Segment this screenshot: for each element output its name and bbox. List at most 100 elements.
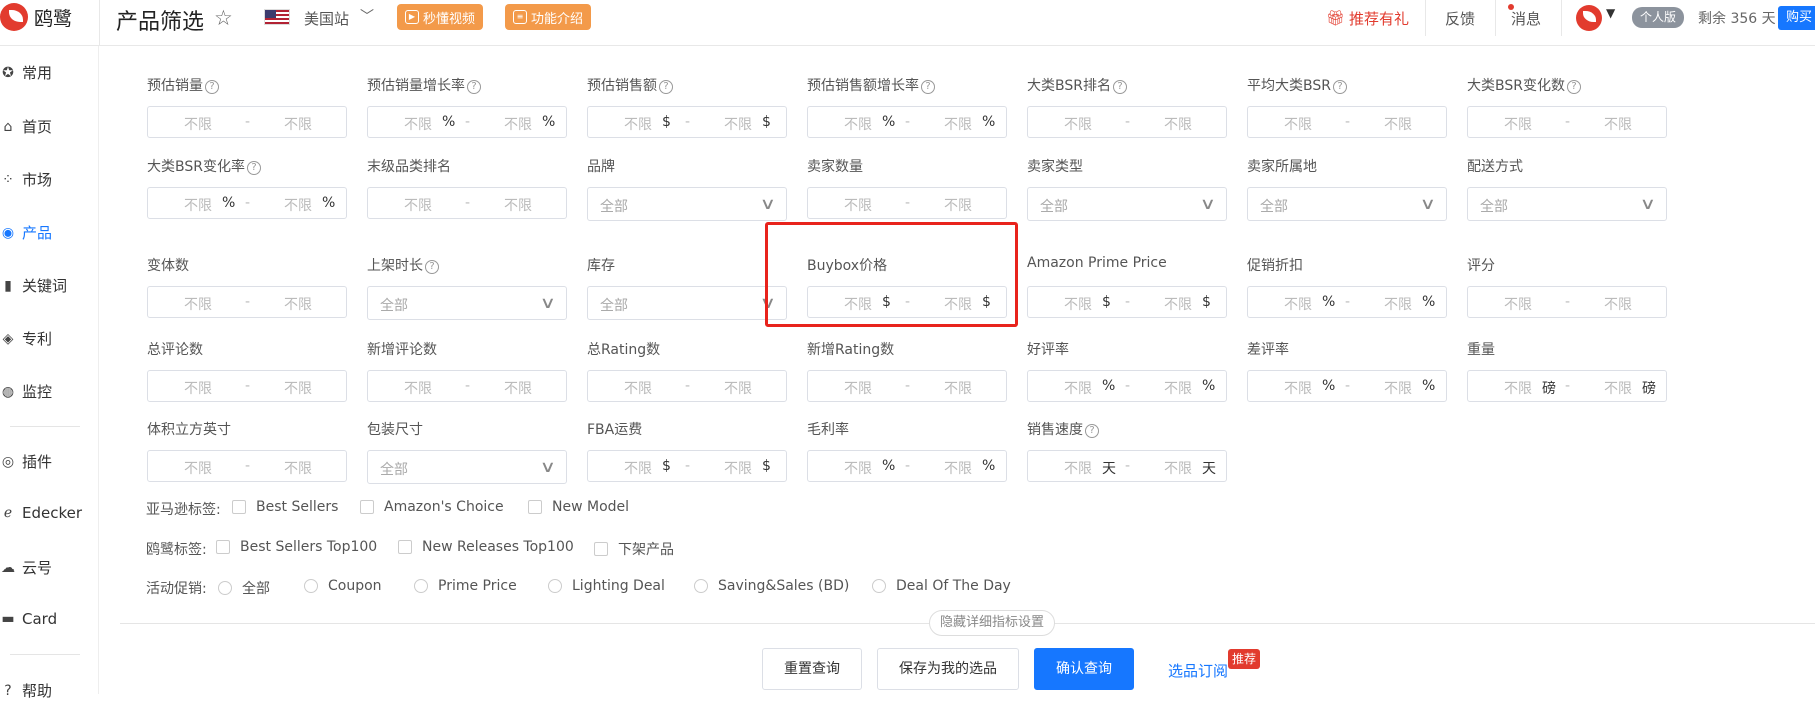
promotion-radio[interactable]: Saving&Sales (BD): [694, 578, 849, 594]
range-min-input[interactable]: 不限: [844, 195, 872, 215]
help-icon[interactable]: ?: [921, 80, 935, 94]
radio-icon[interactable]: [694, 579, 708, 593]
range-min-input[interactable]: 不限: [184, 195, 212, 215]
range-max-input[interactable]: 不限: [724, 114, 752, 134]
tag-checkbox[interactable]: Best Sellers Top100: [216, 539, 377, 555]
help-icon[interactable]: ?: [467, 80, 481, 94]
help-icon[interactable]: ?: [246, 161, 261, 175]
range-min-input[interactable]: 不限: [184, 294, 212, 314]
range-max-input[interactable]: 不限: [944, 458, 972, 478]
range-min-input[interactable]: 不限: [184, 378, 212, 398]
sidebar-item-market[interactable]: ⁘ 市场: [0, 169, 52, 190]
promotion-radio[interactable]: Prime Price: [414, 578, 517, 594]
sidebar-item-keywords[interactable]: ▮ 关键词: [0, 275, 67, 296]
caret-down-icon[interactable]: ▼: [1606, 6, 1615, 20]
range-min-input[interactable]: 不限: [404, 114, 432, 134]
range-min-input[interactable]: 不限: [624, 458, 652, 478]
us-flag-icon[interactable]: [264, 9, 290, 25]
chevron-down-icon[interactable]: ﹀: [360, 6, 374, 26]
range-max-input[interactable]: 不限: [504, 114, 532, 134]
radio-icon[interactable]: [218, 581, 232, 595]
range-min-input[interactable]: 不限: [844, 378, 872, 398]
sidebar-item-common[interactable]: ✪ 常用: [0, 62, 52, 83]
reset-button[interactable]: 重置查询: [762, 648, 862, 690]
radio-icon[interactable]: [548, 579, 562, 593]
sidebar-item-patent[interactable]: ◈ 专利: [0, 328, 52, 349]
recommend-link[interactable]: 🎁︎ 推荐有礼: [1326, 0, 1409, 36]
range-min-input[interactable]: 不限: [1064, 294, 1092, 314]
intro-button[interactable]: ≡ 功能介绍: [505, 4, 592, 30]
tag-checkbox[interactable]: New Releases Top100: [398, 539, 574, 555]
range-max-input[interactable]: 不限: [1384, 294, 1412, 314]
promotion-radio[interactable]: Lighting Deal: [548, 578, 665, 594]
sidebar-item-monitor[interactable]: ◍ 监控: [0, 381, 52, 402]
range-max-input[interactable]: 不限: [944, 195, 972, 215]
range-min-input[interactable]: 不限: [184, 458, 212, 478]
save-selection-button[interactable]: 保存为我的选品: [877, 648, 1019, 690]
range-max-input[interactable]: 不限: [1384, 114, 1412, 134]
range-max-input[interactable]: 不限: [1164, 458, 1192, 478]
promotion-radio[interactable]: Deal Of The Day: [872, 578, 1011, 594]
range-min-input[interactable]: 不限: [1284, 378, 1312, 398]
range-min-input[interactable]: 不限: [1064, 458, 1092, 478]
hide-settings-button[interactable]: 隐藏详细指标设置: [929, 610, 1056, 636]
range-min-input[interactable]: 不限: [184, 114, 212, 134]
range-max-input[interactable]: 不限: [944, 378, 972, 398]
range-min-input[interactable]: 不限: [844, 114, 872, 134]
help-icon[interactable]: ?: [425, 260, 439, 274]
tag-checkbox[interactable]: 下架产品: [594, 539, 674, 559]
help-icon[interactable]: ?: [659, 80, 673, 94]
range-max-input[interactable]: 不限: [1164, 294, 1192, 314]
range-max-input[interactable]: 不限: [1604, 378, 1632, 398]
range-max-input[interactable]: 不限: [284, 195, 312, 215]
sidebar-item-home[interactable]: ⌂ 首页: [0, 116, 52, 137]
avatar[interactable]: [1576, 5, 1602, 31]
range-max-input[interactable]: 不限: [1604, 294, 1632, 314]
select-dropdown[interactable]: 全部 ∨: [1467, 187, 1667, 221]
radio-icon[interactable]: [304, 579, 318, 593]
favorite-star-icon[interactable]: ☆: [214, 6, 233, 30]
range-max-input[interactable]: 不限: [724, 458, 752, 478]
range-min-input[interactable]: 不限: [624, 114, 652, 134]
range-max-input[interactable]: 不限: [284, 458, 312, 478]
feedback-link[interactable]: 反馈: [1445, 0, 1475, 36]
range-max-input[interactable]: 不限: [504, 378, 532, 398]
checkbox-icon[interactable]: [594, 542, 608, 556]
sidebar-item-product[interactable]: ◉ 产品: [0, 222, 52, 243]
messages-link[interactable]: 消息: [1511, 0, 1541, 36]
confirm-query-button[interactable]: 确认查询: [1034, 648, 1134, 690]
range-min-input[interactable]: 不限: [1504, 114, 1532, 134]
range-min-input[interactable]: 不限: [1284, 294, 1312, 314]
subscribe-link[interactable]: 选品订阅: [1168, 660, 1228, 681]
range-max-input[interactable]: 不限: [284, 294, 312, 314]
tag-checkbox[interactable]: Best Sellers: [232, 499, 338, 515]
range-min-input[interactable]: 不限: [844, 458, 872, 478]
tag-checkbox[interactable]: New Model: [528, 499, 629, 515]
sidebar-item-card[interactable]: ▬ Card: [0, 610, 57, 628]
range-min-input[interactable]: 不限: [1064, 378, 1092, 398]
radio-icon[interactable]: [872, 579, 886, 593]
site-selector[interactable]: 美国站: [304, 8, 349, 29]
range-max-input[interactable]: 不限: [284, 378, 312, 398]
select-dropdown[interactable]: 全部 ∨: [1027, 187, 1227, 221]
sidebar-item-plugin[interactable]: ◎ 插件: [0, 451, 52, 472]
video-button[interactable]: ▶ 秒懂视频: [397, 4, 484, 30]
tag-checkbox[interactable]: Amazon's Choice: [360, 499, 504, 515]
sidebar-item-edecker[interactable]: ℯ Edecker: [0, 504, 82, 522]
checkbox-icon[interactable]: [528, 500, 542, 514]
promotion-radio[interactable]: Coupon: [304, 578, 382, 594]
select-dropdown[interactable]: 全部 ∨: [587, 286, 787, 320]
select-dropdown[interactable]: 全部 ∨: [587, 187, 787, 221]
range-max-input[interactable]: 不限: [1164, 114, 1192, 134]
promotion-radio[interactable]: 全部: [218, 578, 270, 598]
buy-button[interactable]: 购买: [1778, 6, 1815, 30]
sidebar-item-help[interactable]: ? 帮助: [0, 680, 52, 701]
range-min-input[interactable]: 不限: [624, 378, 652, 398]
range-max-input[interactable]: 不限: [1384, 378, 1412, 398]
radio-icon[interactable]: [414, 579, 428, 593]
help-icon[interactable]: ?: [1085, 424, 1099, 438]
range-max-input[interactable]: 不限: [724, 378, 752, 398]
range-min-input[interactable]: 不限: [404, 195, 432, 215]
range-max-input[interactable]: 不限: [504, 195, 532, 215]
range-min-input[interactable]: 不限: [404, 378, 432, 398]
